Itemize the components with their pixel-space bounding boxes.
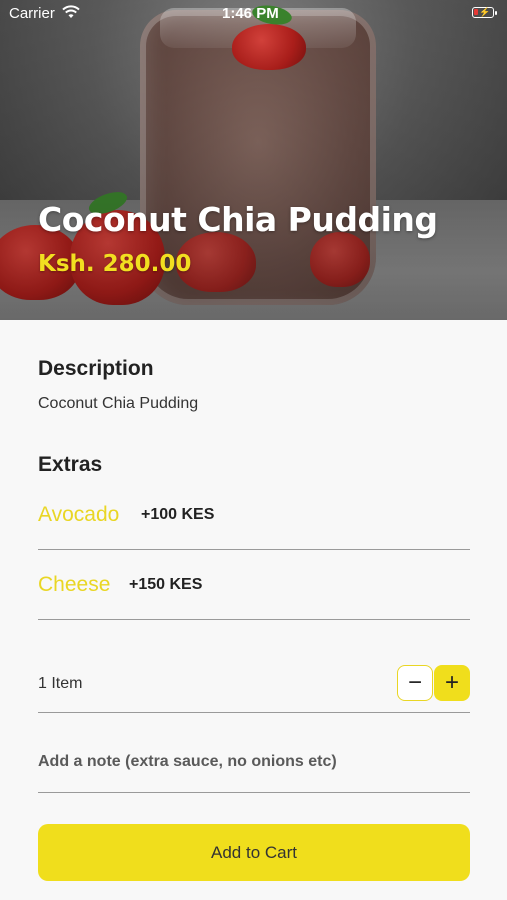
note-input[interactable]	[38, 753, 470, 771]
status-time: 1:46 PM	[222, 5, 279, 22]
extras-heading: Extras	[38, 453, 103, 476]
wifi-icon	[62, 5, 80, 18]
description-heading: Description	[38, 357, 154, 380]
carrier-label: Carrier	[9, 5, 55, 22]
divider	[38, 619, 470, 620]
divider	[38, 549, 470, 550]
divider	[38, 792, 470, 793]
quantity-label: 1 Item	[38, 675, 83, 692]
status-bar: Carrier 1:46 PM ⚡	[0, 0, 507, 28]
hero-image: Coconut Chia Pudding Ksh. 280.00	[0, 0, 507, 320]
add-to-cart-button[interactable]: Add to Cart	[38, 824, 470, 881]
product-title: Coconut Chia Pudding	[38, 200, 438, 239]
extra-name: Avocado	[38, 503, 120, 526]
decrease-quantity-button[interactable]: −	[397, 665, 433, 701]
product-price: Ksh. 280.00	[38, 251, 192, 277]
extra-name: Cheese	[38, 573, 111, 596]
extra-price: +100 KES	[141, 506, 215, 523]
description-text: Coconut Chia Pudding	[38, 395, 199, 412]
divider	[38, 712, 470, 713]
increase-quantity-button[interactable]: +	[434, 665, 470, 701]
extra-price: +150 KES	[129, 576, 203, 593]
battery-icon: ⚡	[472, 7, 497, 18]
